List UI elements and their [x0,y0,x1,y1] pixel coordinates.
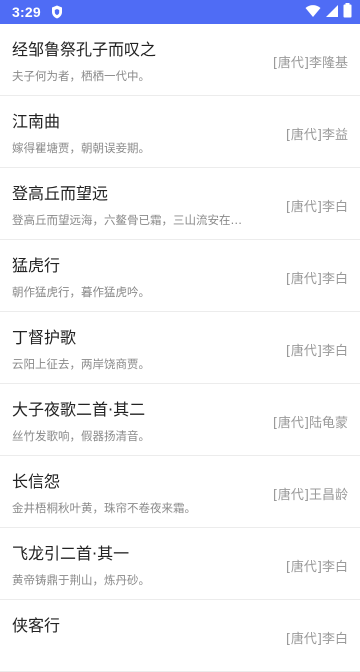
poem-title: 飞龙引二首·其一 [12,544,130,563]
poem-author: [唐代]李白 [285,560,348,575]
poem-list-item[interactable]: 飞龙引二首·其一 黄帝铸鼎于荆山，炼丹砂。 [唐代]李白 [0,528,360,600]
poem-author: [唐代]李白 [285,200,348,215]
poem-excerpt: 朝作猛虎行，暮作猛虎吟。 [12,285,150,299]
poem-list-item[interactable]: 经邹鲁祭孔子而叹之 夫子何为者，栖栖一代中。 [唐代]李隆基 [0,24,360,96]
poem-author: [唐代]王昌龄 [272,488,348,503]
wifi-icon [305,3,321,22]
poem-author: [唐代]李白 [285,344,348,359]
poem-list-item[interactable]: 长信怨 金井梧桐秋叶黄，珠帘不卷夜来霜。 [唐代]王昌龄 [0,456,360,528]
status-icons [305,2,352,22]
poem-title: 侠客行 [12,616,61,635]
poem-title: 江南曲 [12,112,61,131]
poem-excerpt: 金井梧桐秋叶黄，珠帘不卷夜来霜。 [12,501,196,515]
poem-author: [唐代]李白 [285,632,348,647]
poem-author: [唐代]陆龟蒙 [272,416,348,431]
poem-list-item[interactable]: 登高丘而望远 登高丘而望远海，六鳌骨已霜，三山流安在… [唐代]李白 [0,168,360,240]
signal-icon [325,3,339,22]
poem-author: [唐代]李益 [285,128,348,143]
poem-title: 登高丘而望远 [12,184,109,203]
poem-excerpt: 嫁得瞿塘贾，朝朝误妾期。 [12,141,150,155]
poem-excerpt: 云阳上征去，两岸饶商贾。 [12,357,150,371]
poem-excerpt: 登高丘而望远海，六鳌骨已霜，三山流安在… [12,213,242,227]
poem-author: [唐代]李白 [285,272,348,287]
poem-list-item[interactable]: 江南曲 嫁得瞿塘贾，朝朝误妾期。 [唐代]李益 [0,96,360,168]
poem-excerpt: 黄帝铸鼎于荆山，炼丹砂。 [12,573,150,587]
poem-excerpt: 丝竹发歌响，假器扬清音。 [12,429,150,443]
poem-list: 经邹鲁祭孔子而叹之 夫子何为者，栖栖一代中。 [唐代]李隆基 江南曲 嫁得瞿塘贾… [0,24,360,672]
poem-title: 长信怨 [12,472,61,491]
poem-title: 经邹鲁祭孔子而叹之 [12,40,157,59]
poem-list-item[interactable]: 丁督护歌 云阳上征去，两岸饶商贾。 [唐代]李白 [0,312,360,384]
battery-icon [343,2,352,22]
poem-list-item[interactable]: 侠客行 [唐代]李白 [0,600,360,672]
poem-list-item[interactable]: 猛虎行 朝作猛虎行，暮作猛虎吟。 [唐代]李白 [0,240,360,312]
shield-icon [51,5,63,19]
status-time: 3:29 [12,4,41,20]
poem-author: [唐代]李隆基 [272,56,348,71]
poem-excerpt: 夫子何为者，栖栖一代中。 [12,69,150,83]
poem-title: 猛虎行 [12,256,61,275]
poem-title: 丁督护歌 [12,328,77,347]
status-bar: 3:29 [0,0,360,24]
poem-list-item[interactable]: 大子夜歌二首·其二 丝竹发歌响，假器扬清音。 [唐代]陆龟蒙 [0,384,360,456]
poem-title: 大子夜歌二首·其二 [12,400,146,419]
